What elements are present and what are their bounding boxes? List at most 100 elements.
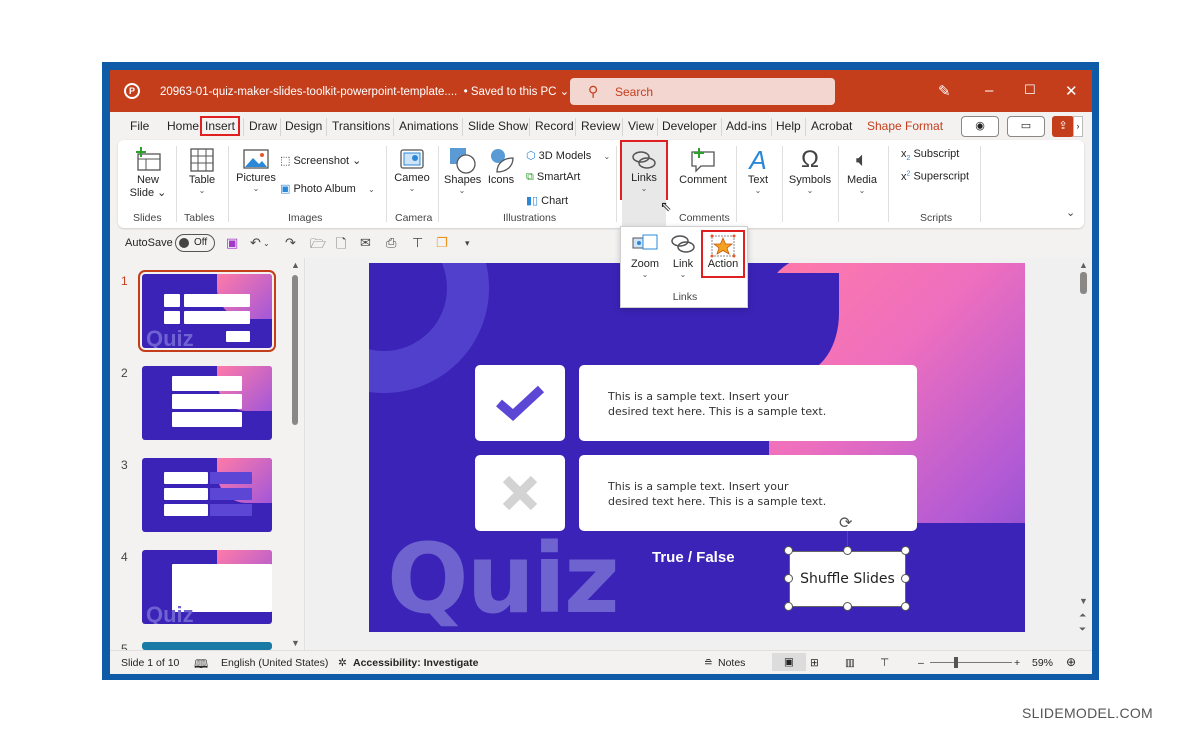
tab-transitions[interactable]: Transitions — [332, 119, 390, 133]
cross-box-shape[interactable] — [475, 455, 565, 531]
slide-thumbnail-5[interactable] — [142, 642, 272, 650]
redo-icon[interactable]: ↷ — [285, 235, 296, 251]
tab-view[interactable]: View — [628, 119, 654, 133]
tab-slide-show[interactable]: Slide Show — [468, 119, 528, 133]
open-folder-icon[interactable]: 🗁︎ — [310, 235, 326, 257]
zoom-slider-knob[interactable] — [954, 657, 958, 668]
new-document-icon[interactable]: 🗋︎ — [336, 235, 346, 257]
accessibility-status[interactable]: Accessibility: Investigate — [353, 657, 478, 669]
slideshow-icon[interactable]: ⊤ — [880, 657, 889, 669]
superscript-button[interactable]: x2 Superscript — [901, 170, 969, 183]
scroll-up-icon[interactable]: ▲ — [1079, 260, 1088, 270]
resize-handle[interactable] — [843, 546, 852, 555]
comments-button[interactable]: ▭ — [1007, 116, 1045, 137]
fit-to-window-icon[interactable]: ⊕ — [1066, 655, 1076, 669]
next-slide-icon[interactable]: ⏷ — [1079, 624, 1086, 635]
thumbnail-scrollbar[interactable]: ▲ ▼ — [290, 260, 300, 650]
pictures-button[interactable]: Pictures ⌄ — [234, 148, 278, 193]
designer-pen-icon[interactable]: ✎ — [938, 82, 951, 100]
resize-handle[interactable] — [901, 602, 910, 611]
ribbon-collapse-chevron-icon[interactable]: ⌄ — [1066, 206, 1075, 219]
search-box[interactable]: ⚲ Search — [570, 78, 835, 105]
media-button[interactable]: 🔈︎ Media ⌄ — [842, 146, 882, 195]
text-box-2[interactable]: This is a sample text. Insert your desir… — [579, 455, 917, 531]
zoom-button[interactable]: Zoom ⌄ — [627, 233, 663, 279]
tab-add-ins[interactable]: Add-ins — [726, 119, 767, 133]
tab-review[interactable]: Review — [581, 119, 620, 133]
resize-handle[interactable] — [901, 574, 910, 583]
table-button[interactable]: Table ⌄ — [182, 146, 222, 195]
customize-qat-icon[interactable]: ▾ — [465, 238, 470, 249]
tab-help[interactable]: Help — [776, 119, 801, 133]
save-icon[interactable]: ▣ — [226, 235, 238, 251]
resize-handle[interactable] — [901, 546, 910, 555]
autosave-toggle[interactable]: Off — [175, 234, 215, 252]
tab-acrobat[interactable]: Acrobat — [811, 119, 852, 133]
tab-animations[interactable]: Animations — [399, 119, 458, 133]
duplicate-icon[interactable]: ❐ — [436, 235, 448, 251]
ribbon-more-button[interactable]: › — [1073, 116, 1083, 137]
notes-button[interactable]: Notes — [718, 657, 745, 669]
record-button[interactable]: ◉ — [961, 116, 999, 137]
tab-file[interactable]: File — [130, 119, 149, 133]
maximize-button[interactable]: ☐ — [1024, 82, 1036, 98]
scrollbar-thumb[interactable] — [1080, 272, 1087, 294]
resize-handle[interactable] — [784, 546, 793, 555]
link-button[interactable]: Link ⌄ — [667, 233, 699, 279]
print-preview-icon[interactable]: ⎙ — [386, 235, 396, 251]
language-indicator[interactable]: English (United States) — [221, 657, 328, 669]
spell-check-icon[interactable]: 🕮︎ — [194, 655, 208, 674]
zoom-in-button[interactable]: + — [1014, 657, 1020, 669]
tab-record[interactable]: Record — [535, 119, 574, 133]
chart-button[interactable]: ▮▯ Chart — [526, 194, 568, 207]
shapes-button[interactable]: Shapes ⌄ — [444, 146, 481, 195]
scrollbar-thumb[interactable] — [292, 275, 298, 425]
smartart-button[interactable]: ⧉ SmartArt — [526, 171, 580, 184]
tab-shape-format[interactable]: Shape Format — [867, 119, 943, 133]
tab-home[interactable]: Home — [167, 119, 199, 133]
tab-insert[interactable]: Insert — [199, 116, 241, 136]
close-button[interactable]: ✕ — [1065, 82, 1078, 100]
action-button[interactable]: Action — [701, 230, 745, 278]
scroll-down-icon[interactable]: ▼ — [1079, 596, 1088, 606]
current-slide[interactable]: This is a sample text. Insert your desir… — [369, 263, 1025, 632]
slide-thumbnail-3[interactable] — [142, 458, 272, 532]
shuffle-slides-button-shape[interactable]: Shuffle Slides — [789, 551, 906, 607]
links-button[interactable]: Links ⌄ — [624, 148, 664, 193]
document-title[interactable]: 20963-01-quiz-maker-slides-toolkit-power… — [160, 84, 569, 98]
slide-sorter-icon[interactable]: ⊞ — [810, 657, 819, 669]
new-slide-button[interactable]: New Slide ⌄ — [128, 146, 168, 199]
photo-album-button[interactable]: ▣ Photo Album ⌄ — [280, 182, 375, 195]
saved-status[interactable]: • Saved to this PC ⌄ — [464, 86, 570, 98]
text-box-1[interactable]: This is a sample text. Insert your desir… — [579, 365, 917, 441]
tab-developer[interactable]: Developer — [662, 119, 717, 133]
present-icon[interactable]: ⊤ — [412, 235, 423, 251]
share-button[interactable]: ⇪ — [1052, 116, 1074, 137]
tab-draw[interactable]: Draw — [249, 119, 277, 133]
canvas-scrollbar[interactable]: ▲ ▼ ⏶ ⏷ — [1078, 258, 1090, 650]
scroll-down-icon[interactable]: ▼ — [291, 638, 300, 648]
icons-button[interactable]: Icons — [484, 146, 518, 186]
normal-view-icon[interactable]: ▣ — [772, 653, 806, 671]
symbols-button[interactable]: Ω Symbols ⌄ — [786, 146, 834, 195]
undo-icon[interactable]: ↶ — [250, 235, 261, 251]
scroll-up-icon[interactable]: ▲ — [291, 260, 300, 270]
3d-models-button[interactable]: ⬡ 3D Models ⌄ — [526, 149, 610, 162]
zoom-level[interactable]: 59% — [1032, 657, 1053, 669]
subscript-button[interactable]: x2 Subscript — [901, 148, 959, 162]
screenshot-button[interactable]: ⬚ Screenshot ⌄ — [280, 154, 361, 167]
text-button[interactable]: A Text ⌄ — [740, 146, 776, 195]
resize-handle[interactable] — [784, 602, 793, 611]
slide-thumbnail-4[interactable]: Quiz — [142, 550, 272, 624]
email-icon[interactable]: ✉ — [360, 235, 371, 251]
slide-thumbnail-2[interactable] — [142, 366, 272, 440]
slide-thumbnail-1[interactable]: Quiz — [138, 270, 276, 352]
minimize-button[interactable]: – — [985, 82, 993, 99]
previous-slide-icon[interactable]: ⏶ — [1079, 610, 1086, 621]
resize-handle[interactable] — [784, 574, 793, 583]
zoom-slider[interactable] — [930, 657, 1012, 668]
check-box-shape[interactable] — [475, 365, 565, 441]
undo-dropdown-icon[interactable]: ⌄ — [263, 239, 270, 248]
cameo-button[interactable]: Cameo ⌄ — [392, 148, 432, 193]
comment-button[interactable]: Comment — [678, 146, 728, 186]
